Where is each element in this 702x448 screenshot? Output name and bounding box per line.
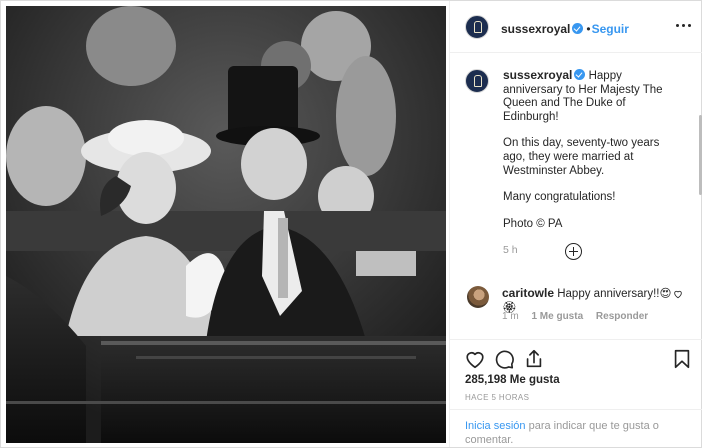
verified-badge-icon xyxy=(572,23,584,34)
bookmark-icon[interactable] xyxy=(671,348,693,370)
comment-username[interactable]: caritowle xyxy=(502,286,554,300)
post-photo[interactable] xyxy=(6,6,446,443)
login-prompt: Inicia sesión para indicar que te gusta … xyxy=(450,409,702,448)
load-more-comments-icon[interactable] xyxy=(565,243,582,260)
account-username[interactable]: sussexroyal xyxy=(501,22,570,36)
heart-icon[interactable] xyxy=(464,348,486,370)
account-avatar[interactable] xyxy=(465,15,489,39)
caption-avatar[interactable] xyxy=(465,69,489,93)
caption-paragraph-4: Photo © PA xyxy=(503,217,563,230)
caption-username[interactable]: sussexroyal xyxy=(503,68,572,82)
likes-label: Me gusta xyxy=(509,374,560,386)
more-options-icon[interactable] xyxy=(675,18,693,34)
verified-badge-icon xyxy=(574,69,586,80)
comment-reply-button[interactable]: Responder xyxy=(596,311,648,322)
post-time-ago[interactable]: HACE 5 HORAS xyxy=(465,393,529,402)
post-sidebar: sussexroyal •Seguir sussexroyal Happy ann… xyxy=(449,1,702,447)
login-link[interactable]: Inicia sesión xyxy=(465,420,526,432)
likes-count[interactable]: 285,198 Me gusta xyxy=(465,374,560,386)
comment-heart-icon[interactable] xyxy=(673,289,683,299)
comment-meta: 1 m 1 Me gusta Responder xyxy=(502,311,658,322)
caption-paragraph-3: Many congratulations! xyxy=(503,191,616,204)
follow-button[interactable]: Seguir xyxy=(592,22,629,36)
likes-number: 285,198 xyxy=(465,374,507,386)
comment-time[interactable]: 1 m xyxy=(502,311,519,322)
comment-avatar[interactable] xyxy=(467,286,489,308)
comment-icon[interactable] xyxy=(493,348,515,370)
separator-dot: • xyxy=(586,22,591,36)
caption: sussexroyal Happy anniversary to Her Maj… xyxy=(503,68,673,258)
caption-paragraph-2: On this day, seventy-two years ago, they… xyxy=(503,137,660,177)
post-container: sussexroyal •Seguir sussexroyal Happy ann… xyxy=(0,0,702,448)
post-header: sussexroyal •Seguir xyxy=(450,1,702,53)
caption-time: 5 h xyxy=(503,244,518,257)
comment-likes[interactable]: 1 Me gusta xyxy=(531,311,583,322)
photo-image xyxy=(6,6,446,443)
share-icon[interactable] xyxy=(523,348,545,370)
comments-area[interactable]: sussexroyal Happy anniversary to Her Maj… xyxy=(450,53,702,339)
caption-first-paragraph: sussexroyal Happy anniversary to Her Maj… xyxy=(503,68,673,124)
post-actions: 285,198 Me gusta HACE 5 HORAS Inicia ses… xyxy=(450,339,702,447)
header-title: sussexroyal •Seguir xyxy=(501,20,629,38)
